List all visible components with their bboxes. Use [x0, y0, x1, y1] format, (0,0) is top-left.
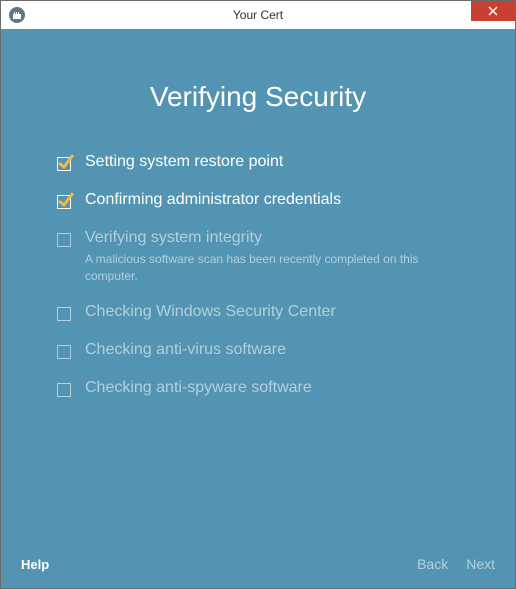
step-item: Confirming administrator credentials: [55, 191, 461, 211]
back-button[interactable]: Back: [417, 556, 448, 572]
help-link[interactable]: Help: [21, 557, 49, 572]
content-panel: Verifying Security Setting system restor…: [1, 29, 515, 588]
step-label: Checking anti-spyware software: [85, 379, 461, 397]
step-item: Verifying system integrity A malicious s…: [55, 229, 461, 285]
step-label: Checking Windows Security Center: [85, 303, 461, 321]
step-item: Checking Windows Security Center: [55, 303, 461, 323]
step-label: Verifying system integrity: [85, 229, 461, 247]
steps-list: Setting system restore point Confirming …: [1, 153, 515, 399]
window: Your Cert Verifying Security Setting sys…: [0, 0, 516, 589]
next-button[interactable]: Next: [466, 556, 495, 572]
step-subtext: A malicious software scan has been recen…: [85, 251, 461, 285]
checkbox-empty-icon: [55, 231, 73, 249]
checkbox-empty-icon: [55, 381, 73, 399]
step-item: Setting system restore point: [55, 153, 461, 173]
step-label: Confirming administrator credentials: [85, 191, 461, 209]
close-button[interactable]: [471, 1, 515, 21]
footer: Help Back Next: [1, 540, 515, 588]
step-label: Checking anti-virus software: [85, 341, 461, 359]
page-title: Verifying Security: [1, 29, 515, 153]
app-icon: [9, 7, 25, 23]
nav-buttons: Back Next: [417, 556, 495, 572]
step-label: Setting system restore point: [85, 153, 461, 171]
checkbox-empty-icon: [55, 343, 73, 361]
checkmark-icon: [55, 155, 73, 173]
step-item: Checking anti-virus software: [55, 341, 461, 361]
titlebar: Your Cert: [1, 1, 515, 29]
checkbox-empty-icon: [55, 305, 73, 323]
step-item: Checking anti-spyware software: [55, 379, 461, 399]
window-title: Your Cert: [1, 8, 515, 22]
checkmark-icon: [55, 193, 73, 211]
close-icon: [488, 6, 498, 16]
